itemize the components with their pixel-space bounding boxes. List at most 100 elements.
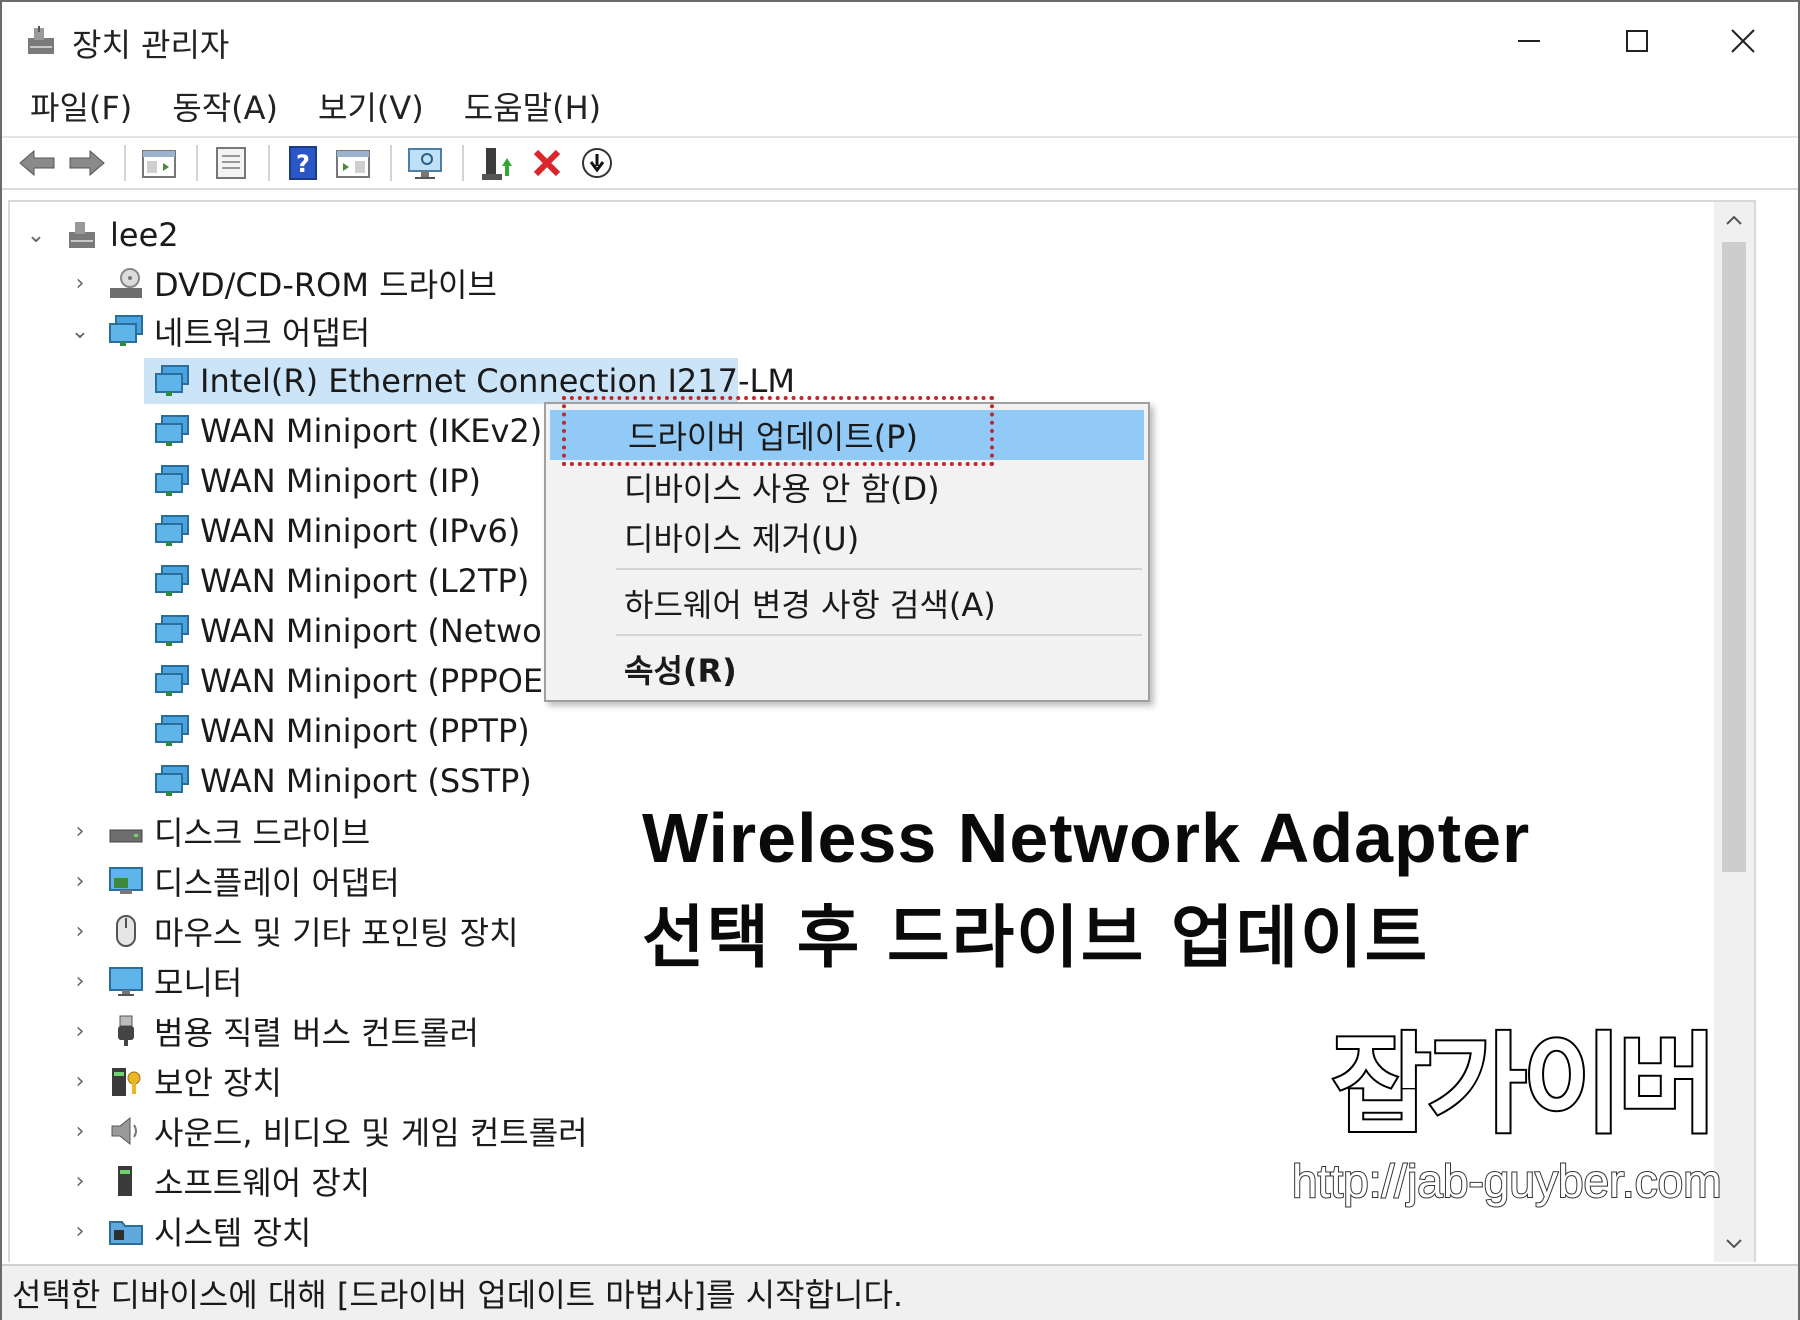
- watermark-brand: 잡가이버: [1330, 1021, 1719, 1150]
- tree-item-label: WAN Miniport (IKEv2): [200, 412, 543, 450]
- tree-item-label: WAN Miniport (L2TP): [200, 562, 530, 600]
- scan-hardware-icon: [408, 148, 442, 179]
- tree-item-label: WAN Miniport (PPTP): [200, 712, 530, 750]
- chevron-right-icon[interactable]: ›: [68, 1019, 92, 1044]
- chevron-right-icon[interactable]: ›: [68, 819, 92, 844]
- tree-item-wan-sstp[interactable]: WAN Miniport (SSTP): [154, 758, 532, 804]
- chevron-right-icon[interactable]: ›: [68, 869, 92, 894]
- scrollbar-thumb[interactable]: [1722, 242, 1746, 872]
- chevron-right-icon[interactable]: ›: [68, 1119, 92, 1144]
- tree-item-label: WAN Miniport (IPv6): [200, 512, 521, 550]
- menu-file[interactable]: 파일(F): [16, 83, 146, 129]
- computer-icon: [64, 217, 100, 253]
- console-tree-button[interactable]: [136, 141, 182, 185]
- tree-item-wan-ipv6[interactable]: WAN Miniport (IPv6): [154, 508, 520, 554]
- forward-button[interactable]: [64, 141, 110, 185]
- tree-item-label: 소프트웨어 장치: [154, 1164, 371, 1202]
- status-bar: 선택한 디바이스에 대해 [드라이버 업데이트 마법사]를 시작합니다.: [2, 1264, 1798, 1320]
- tree-item-label: DVD/CD-ROM 드라이브: [154, 266, 497, 304]
- help-button[interactable]: ?: [280, 141, 326, 185]
- maximize-button[interactable]: [1602, 16, 1672, 66]
- forward-arrow-icon: [69, 149, 105, 177]
- svg-text:?: ?: [296, 150, 310, 178]
- uninstall-device-button[interactable]: [524, 141, 570, 185]
- tree-item-label: 시스템 장치: [154, 1214, 312, 1252]
- tree-item-wan-pptp[interactable]: WAN Miniport (PPTP): [154, 708, 530, 754]
- chevron-up-icon: [1726, 215, 1742, 225]
- tree-item-dvd[interactable]: › DVD/CD-ROM 드라이브: [68, 260, 497, 306]
- tree-item-label: WAN Miniport (Network: [200, 612, 574, 650]
- tree-item-software-devices[interactable]: › 소프트웨어 장치: [68, 1158, 371, 1204]
- tree-item-wan-network-monitor[interactable]: WAN Miniport (Network: [154, 608, 573, 654]
- tree-item-wan-ip[interactable]: WAN Miniport (IP): [154, 458, 481, 504]
- network-adapter-icon: [154, 563, 190, 599]
- scan-hardware-button[interactable]: [402, 141, 448, 185]
- chevron-right-icon[interactable]: ›: [68, 1069, 92, 1094]
- action-pane-button[interactable]: [330, 141, 376, 185]
- toolbar-separator: [124, 145, 126, 181]
- properties-icon: [216, 147, 246, 179]
- network-adapter-icon: [154, 713, 190, 749]
- tree-item-network-adapters[interactable]: ⌄ 네트워크 어댑터: [68, 308, 370, 354]
- update-driver-button[interactable]: [474, 141, 520, 185]
- chevron-right-icon[interactable]: ›: [68, 1219, 92, 1244]
- vertical-scrollbar[interactable]: [1714, 202, 1754, 1262]
- properties-button[interactable]: [208, 141, 254, 185]
- tree-item-security-devices[interactable]: › 보안 장치: [68, 1058, 282, 1104]
- display-adapter-icon: [108, 863, 144, 899]
- tree-item-system-devices[interactable]: › 시스템 장치: [68, 1208, 312, 1254]
- scroll-up-button[interactable]: [1714, 202, 1754, 238]
- tree-item-label: 마우스 및 기타 포인팅 장치: [154, 914, 519, 952]
- system-folder-icon: [108, 1213, 144, 1249]
- network-adapter-icon: [108, 313, 144, 349]
- menu-view[interactable]: 보기(V): [304, 83, 438, 129]
- close-button[interactable]: [1708, 16, 1778, 66]
- chevron-right-icon[interactable]: ›: [68, 1169, 92, 1194]
- chevron-right-icon[interactable]: ›: [68, 271, 92, 296]
- network-adapter-icon: [154, 663, 190, 699]
- security-key-icon: [108, 1063, 144, 1099]
- tree-item-intel-ethernet[interactable]: Intel(R) Ethernet Connection I217-LM: [144, 358, 795, 404]
- tree-item-usb-controllers[interactable]: › 범용 직렬 버스 컨트롤러: [68, 1008, 479, 1054]
- tree-item-label: 범용 직렬 버스 컨트롤러: [154, 1014, 479, 1052]
- toolbar: ?: [2, 136, 1798, 190]
- toolbar-separator: [462, 145, 464, 181]
- tree-item-mice[interactable]: › 마우스 및 기타 포인팅 장치: [68, 908, 519, 954]
- menu-help[interactable]: 도움말(H): [450, 83, 615, 129]
- chevron-right-icon[interactable]: ›: [68, 919, 92, 944]
- tree-item-display-adapters[interactable]: › 디스플레이 어댑터: [68, 858, 400, 904]
- ctx-uninstall-device[interactable]: 디바이스 제거(U): [546, 512, 1148, 562]
- scroll-down-button[interactable]: [1714, 1226, 1754, 1262]
- back-button[interactable]: [14, 141, 60, 185]
- ctx-update-driver[interactable]: 드라이버 업데이트(P): [550, 410, 1144, 460]
- chevron-right-icon[interactable]: ›: [68, 969, 92, 994]
- ctx-properties[interactable]: 속성(R): [546, 644, 1148, 694]
- uninstall-icon: [533, 149, 561, 177]
- chevron-down-icon: [1726, 1239, 1742, 1249]
- tree-item-sound-controllers[interactable]: › 사운드, 비디오 및 게임 컨트롤러: [68, 1108, 588, 1154]
- minimize-button[interactable]: [1494, 16, 1564, 66]
- action-pane-icon: [336, 150, 370, 178]
- tree-item-disk-drives[interactable]: › 디스크 드라이브: [68, 808, 371, 854]
- chevron-down-icon[interactable]: ⌄: [68, 319, 92, 344]
- menu-action[interactable]: 동작(A): [158, 83, 292, 129]
- tree-item-label: 디스크 드라이브: [154, 814, 371, 852]
- speaker-icon: [108, 1113, 144, 1149]
- tree-item-wan-ikev2[interactable]: WAN Miniport (IKEv2): [154, 408, 542, 454]
- tree-item-label: WAN Miniport (SSTP): [200, 762, 532, 800]
- help-icon: ?: [289, 146, 317, 180]
- watermark-url: http://jab-guyber.com: [1291, 1154, 1723, 1208]
- tree-item-wan-l2tp[interactable]: WAN Miniport (L2TP): [154, 558, 529, 604]
- chevron-down-icon[interactable]: ⌄: [24, 223, 48, 248]
- update-driver-icon: [482, 148, 512, 180]
- ctx-separator: [616, 568, 1142, 570]
- tree-item-monitors[interactable]: › 모니터: [68, 958, 243, 1004]
- tree-item-wan-pppoe[interactable]: WAN Miniport (PPPOE): [154, 658, 556, 704]
- monitor-icon: [108, 963, 144, 999]
- ctx-disable-device[interactable]: 디바이스 사용 안 함(D): [546, 462, 1148, 512]
- ctx-scan-hardware[interactable]: 하드웨어 변경 사항 검색(A): [546, 578, 1148, 628]
- network-adapter-icon: [154, 513, 190, 549]
- disable-device-button[interactable]: [574, 141, 620, 185]
- tree-root[interactable]: ⌄ lee2: [24, 212, 179, 258]
- window-title: 장치 관리자: [72, 26, 230, 64]
